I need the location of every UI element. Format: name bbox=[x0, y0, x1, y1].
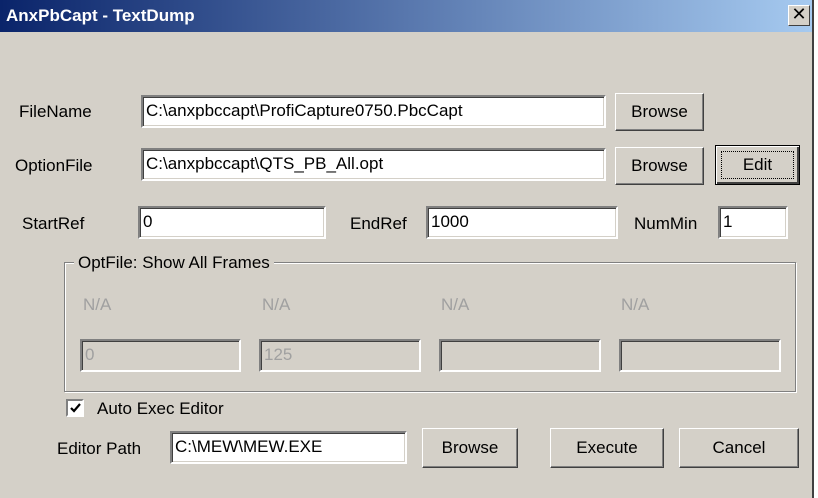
editor-path-field[interactable]: C:\MEW\MEW.EXE bbox=[170, 431, 407, 464]
window-title: AnxPbCapt - TextDump bbox=[6, 6, 195, 25]
nummin-label: NumMin bbox=[634, 214, 698, 233]
optfile-groupbox bbox=[64, 262, 796, 392]
close-icon: ✕ bbox=[791, 4, 807, 24]
column-1-field: 0 bbox=[80, 339, 241, 372]
focus-rectangle bbox=[721, 151, 794, 179]
column-3-label: N/A bbox=[441, 295, 470, 314]
filename-label: FileName bbox=[19, 102, 92, 121]
optionfile-browse-button[interactable]: Browse bbox=[615, 147, 704, 185]
filename-field[interactable]: C:\anxpbccapt\ProfiCapture0750.PbcCapt bbox=[141, 95, 606, 128]
startref-field[interactable]: 0 bbox=[138, 206, 326, 239]
endref-field[interactable]: 1000 bbox=[426, 206, 618, 239]
optionfile-label: OptionFile bbox=[15, 156, 93, 175]
close-button[interactable]: ✕ bbox=[788, 5, 810, 26]
column-4-label: N/A bbox=[621, 295, 650, 314]
execute-button[interactable]: Execute bbox=[550, 428, 664, 468]
optionfile-field[interactable]: C:\anxpbccapt\QTS_PB_All.opt bbox=[141, 148, 606, 181]
checkmark-icon bbox=[70, 403, 81, 413]
optfile-group-title: OptFile: Show All Frames bbox=[74, 253, 274, 273]
filename-browse-button[interactable]: Browse bbox=[615, 93, 704, 131]
endref-label: EndRef bbox=[350, 214, 407, 233]
column-2-label: N/A bbox=[262, 295, 291, 314]
edit-button[interactable]: Edit bbox=[715, 145, 800, 185]
editor-path-label: Editor Path bbox=[57, 439, 142, 458]
auto-exec-checkbox[interactable] bbox=[66, 399, 84, 417]
nummin-field[interactable]: 1 bbox=[718, 206, 788, 239]
title-bar: AnxPbCapt - TextDump ✕ bbox=[0, 0, 812, 32]
column-2-field: 125 bbox=[259, 339, 421, 372]
auto-exec-label: Auto Exec Editor bbox=[97, 399, 224, 418]
editor-browse-button[interactable]: Browse bbox=[422, 428, 518, 468]
column-4-field bbox=[619, 339, 781, 372]
column-3-field bbox=[439, 339, 601, 372]
cancel-button[interactable]: Cancel bbox=[679, 428, 799, 468]
column-1-label: N/A bbox=[83, 295, 112, 314]
textdump-dialog: AnxPbCapt - TextDump ✕ FileName C:\anxpb… bbox=[0, 0, 814, 498]
startref-label: StartRef bbox=[22, 214, 85, 233]
